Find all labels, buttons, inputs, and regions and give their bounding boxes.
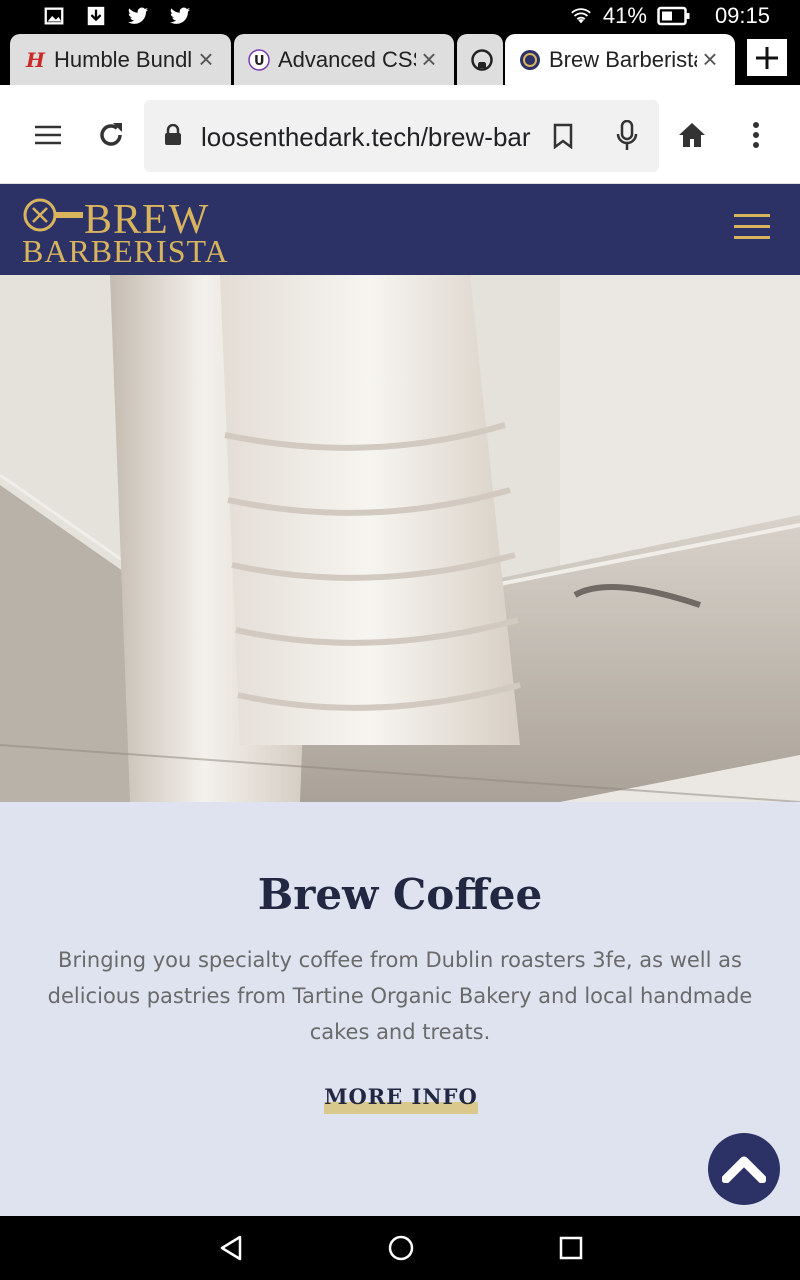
hamburger-bar	[734, 214, 770, 217]
paper-cups-illustration	[0, 275, 800, 802]
plus-icon	[756, 46, 778, 69]
clock: 09:15	[714, 3, 770, 28]
section-description: Bringing you specialty coffee from Dubli…	[47, 948, 753, 1044]
site-logo[interactable]: BREW BARBERISTA	[22, 195, 242, 269]
u-icon: U	[248, 48, 270, 71]
address-bar[interactable]: loosenthedark.tech/brew-barberista	[144, 100, 659, 172]
tab-strip: H Humble Bundle × U Advanced CSS × I Bre…	[0, 32, 800, 85]
tab-humble-bundle[interactable]: H Humble Bundle ×	[10, 34, 231, 85]
humble-icon: H	[24, 49, 46, 71]
scroll-to-top-button[interactable]	[708, 1133, 780, 1205]
microphone-icon[interactable]	[616, 120, 638, 152]
tab-advanced-css[interactable]: U Advanced CSS ×	[234, 34, 454, 85]
menu-icon	[35, 125, 61, 145]
tab-brew-barberista[interactable]: Brew Barberista ×	[505, 34, 735, 85]
scissors-badge-icon	[23, 198, 83, 232]
battery-percent: 41%	[602, 3, 647, 28]
home-icon	[679, 123, 705, 147]
wifi-icon	[571, 8, 591, 24]
tab-github[interactable]: I	[457, 34, 503, 85]
hamburger-bar	[734, 236, 770, 239]
close-icon[interactable]: ×	[193, 44, 219, 75]
home-button[interactable]	[672, 115, 712, 155]
back-icon[interactable]	[218, 1234, 246, 1262]
menu-button[interactable]	[28, 115, 68, 155]
more-options-button[interactable]	[736, 115, 776, 155]
system-nav-bar	[0, 1216, 800, 1280]
bookmark-icon[interactable]	[553, 123, 573, 149]
status-bar: 41% 09:15	[0, 0, 800, 32]
more-vert-icon	[753, 122, 759, 148]
hero-image-paper-cups	[0, 275, 800, 802]
coffee-section: Brew Coffee Bringing you specialty coffe…	[0, 802, 800, 1216]
battery-icon	[657, 6, 690, 26]
download-icon	[87, 6, 105, 26]
reload-icon	[100, 123, 122, 146]
url-text[interactable]: loosenthedark.tech/brew-barberista	[201, 122, 531, 153]
more-info-link[interactable]: MORE INFO	[324, 1084, 478, 1114]
logo-text-barberista: BARBERISTA	[22, 233, 229, 269]
home-circle-icon[interactable]	[387, 1234, 415, 1262]
svg-text:H: H	[25, 49, 46, 71]
gallery-icon	[44, 7, 64, 25]
site-header: BREW BARBERISTA	[0, 184, 800, 275]
reload-button[interactable]	[91, 115, 131, 155]
more-info-label: MORE INFO	[324, 1084, 478, 1109]
github-icon	[471, 48, 493, 71]
twitter-icon	[127, 7, 149, 24]
new-tab-button[interactable]	[747, 39, 787, 76]
recents-icon[interactable]	[557, 1234, 585, 1262]
section-heading: Brew Coffee	[257, 870, 543, 919]
lock-icon	[165, 124, 181, 145]
site-menu-button[interactable]	[734, 214, 770, 242]
chevron-up-icon	[722, 1156, 766, 1183]
close-icon[interactable]: ×	[416, 44, 442, 75]
close-icon[interactable]: ×	[697, 44, 723, 75]
twitter-icon	[169, 7, 191, 24]
svg-text:U: U	[254, 54, 265, 69]
brew-icon	[519, 49, 541, 71]
hamburger-bar	[734, 225, 770, 228]
browser-toolbar: loosenthedark.tech/brew-barberista	[0, 85, 800, 184]
